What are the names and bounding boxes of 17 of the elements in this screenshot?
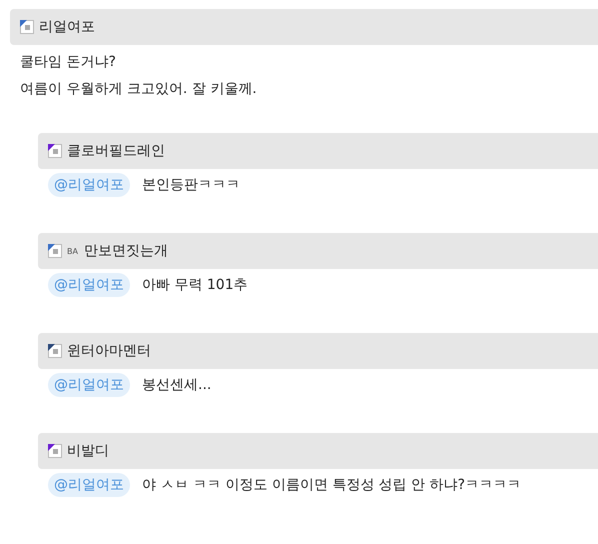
author-prefix-label: BA [67, 246, 78, 256]
comment-text: 여름이 우월하게 크고있어. 잘 키울께. [20, 80, 258, 99]
author-name[interactable]: 비발디 [67, 442, 109, 460]
author-name[interactable]: 클로버필드레인 [67, 142, 165, 160]
level-icon [48, 444, 62, 458]
author-name[interactable]: 만보면짓는개 [84, 242, 168, 260]
reply-text: 아빠 무력 101추 [142, 276, 248, 294]
reply-text: 봉선센세... [142, 376, 212, 394]
level-icon [20, 20, 34, 34]
author-name[interactable]: 윈터아마멘터 [67, 342, 151, 360]
level-icon [48, 144, 62, 158]
level-icon [48, 344, 62, 358]
level-icon [48, 244, 62, 258]
reply-text: 야 ㅅㅂ ㅋㅋ 이정도 이름이면 특정성 성립 안 하냐?ㅋㅋㅋㅋ [142, 476, 522, 494]
comment-text: 쿨타임 돈거냐? [20, 53, 117, 72]
author-name[interactable]: 리얼여포 [39, 18, 95, 36]
reply-text: 본인등판ㅋㅋㅋ [142, 176, 240, 194]
